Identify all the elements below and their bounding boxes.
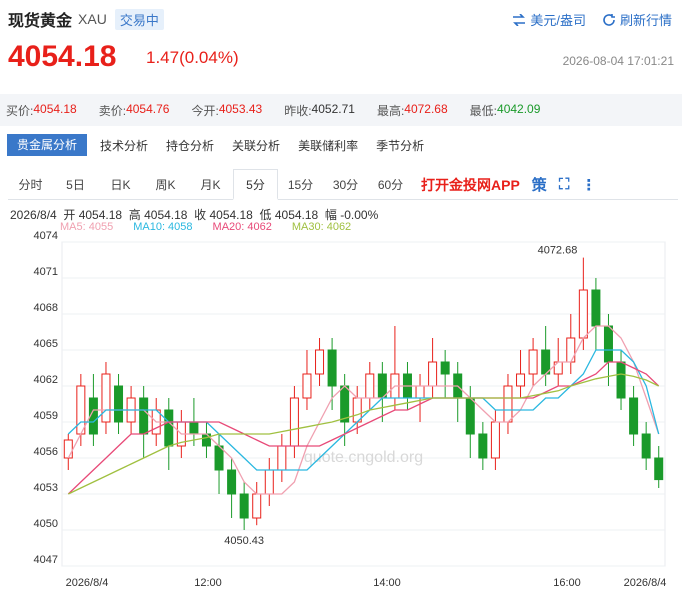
candle-body xyxy=(603,325,613,363)
candle-body xyxy=(227,469,237,495)
candle-body xyxy=(63,439,73,459)
candle-body xyxy=(641,433,651,459)
candle-body xyxy=(315,349,325,375)
candle-body xyxy=(101,373,111,423)
candle-body xyxy=(566,337,576,363)
candle-body xyxy=(189,421,199,435)
candle-body xyxy=(616,361,626,399)
low-label: 4050.43 xyxy=(224,535,264,547)
candle-body xyxy=(214,445,224,471)
candle-body xyxy=(114,385,124,423)
y-tick-label: 4056 xyxy=(34,446,58,458)
candle-body xyxy=(239,493,249,519)
candle-body xyxy=(541,349,551,375)
ma-line-ma20 xyxy=(67,361,660,495)
candlestick-chart[interactable]: 4074 4071 4068 4065 4062 4059 4056 4053 4050 4047… xyxy=(0,0,682,592)
candle-body xyxy=(264,469,274,495)
candle-body xyxy=(76,385,86,435)
candle-body xyxy=(302,373,312,399)
candle-body xyxy=(578,289,588,339)
candle-body xyxy=(591,289,601,327)
candle-body xyxy=(164,409,174,447)
candle-body xyxy=(428,361,438,387)
y-tick-label: 4050 xyxy=(34,518,58,530)
y-tick-label: 4065 xyxy=(34,338,58,350)
y-tick-label: 4053 xyxy=(34,482,58,494)
y-tick-label: 4071 xyxy=(34,266,58,278)
candle-body xyxy=(503,385,513,423)
x-tick-label: 2026/8/4 xyxy=(624,577,667,589)
candle-body xyxy=(340,385,350,423)
y-tick-label: 4047 xyxy=(34,554,58,566)
candle-body xyxy=(327,349,337,387)
candle-body xyxy=(352,397,362,423)
watermark: quote.cngold.org xyxy=(304,449,423,466)
candle-body xyxy=(277,445,287,471)
candle-body xyxy=(252,493,262,519)
y-tick-label: 4068 xyxy=(34,302,58,314)
x-tick-label: 12:00 xyxy=(194,577,222,589)
candle-body xyxy=(465,397,475,435)
candle-body xyxy=(139,397,149,435)
candle-body xyxy=(365,373,375,399)
candle-body xyxy=(440,361,450,375)
x-tick-label: 2026/8/4 xyxy=(66,577,109,589)
candle-body xyxy=(528,349,538,375)
candle-body xyxy=(629,397,639,435)
y-tick-label: 4074 xyxy=(34,230,58,242)
high-label: 4072.68 xyxy=(538,245,578,257)
candle-body xyxy=(654,457,664,481)
candle-body xyxy=(516,373,526,387)
x-tick-label: 14:00 xyxy=(373,577,401,589)
plot-area xyxy=(61,241,666,567)
y-tick-label: 4059 xyxy=(34,410,58,422)
x-tick-label: 16:00 xyxy=(553,577,581,589)
candle-body xyxy=(490,421,500,459)
y-tick-label: 4062 xyxy=(34,374,58,386)
candle-body xyxy=(289,397,299,447)
candle-body xyxy=(478,433,488,459)
candle-body xyxy=(415,385,425,399)
